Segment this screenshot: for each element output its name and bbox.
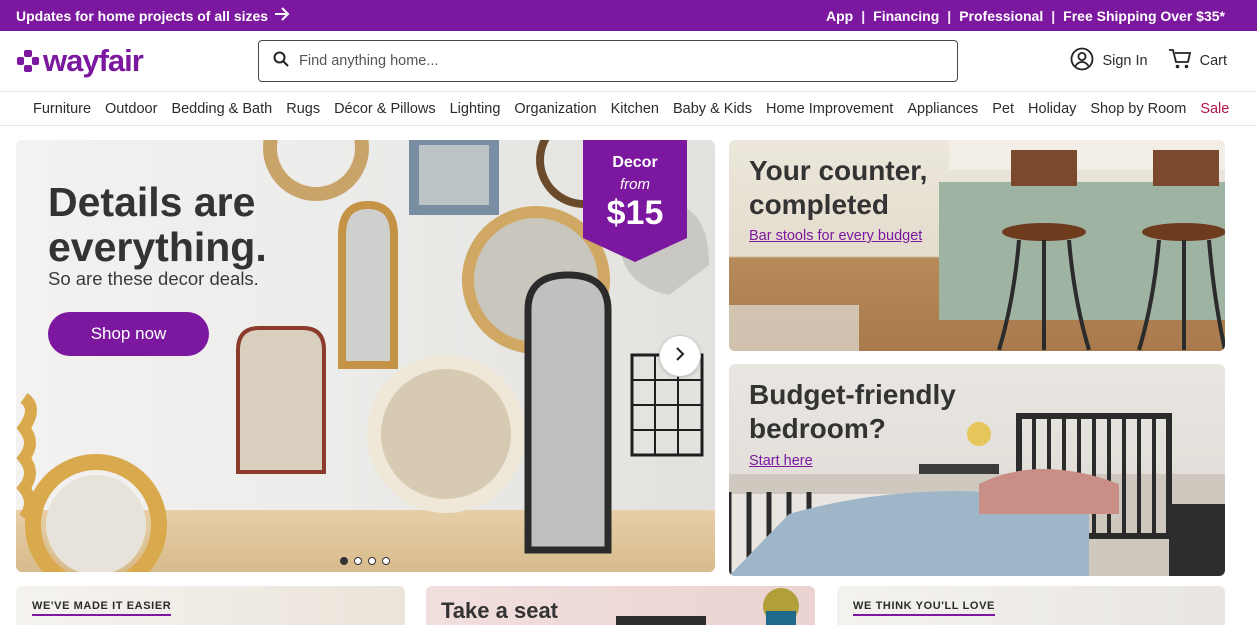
divider: | — [947, 7, 952, 24]
nav-item-rugs[interactable]: Rugs — [286, 101, 320, 117]
card-eyebrow: WE THINK YOU'LL LOVE — [853, 600, 995, 616]
divider: | — [1051, 7, 1056, 24]
nav-item-organization[interactable]: Organization — [514, 101, 596, 117]
card-title: Take a seat — [441, 598, 559, 623]
account-area: Sign In Cart — [1070, 47, 1227, 75]
badge-price: $15 — [606, 194, 664, 232]
promo-bar: Updates for home projects of all sizes A… — [0, 0, 1257, 31]
promo-link-financing[interactable]: Financing — [873, 8, 939, 24]
card-title: Budget-friendly bedroom? — [749, 379, 956, 444]
search-bar[interactable] — [258, 40, 958, 82]
card-eyebrow: WE'VE MADE IT EASIER — [32, 600, 172, 616]
nav-item-decor-pillows[interactable]: Décor & Pillows — [334, 101, 436, 117]
carousel-dot[interactable] — [368, 557, 376, 565]
hero-subtitle: So are these decor deals. — [48, 268, 259, 289]
cart-icon — [1168, 48, 1192, 74]
promo-message[interactable]: Updates for home projects of all sizes — [16, 8, 268, 24]
nav-item-furniture[interactable]: Furniture — [33, 101, 91, 117]
nav-item-holiday[interactable]: Holiday — [1028, 101, 1076, 117]
carousel-next-button[interactable] — [659, 335, 701, 377]
price-badge: Decor from $15 — [583, 140, 687, 262]
badge-label: Decor — [612, 154, 658, 171]
badge-from: from — [620, 176, 650, 193]
wayfair-logo[interactable]: wayfair — [16, 43, 258, 79]
chair-illustration — [616, 588, 799, 625]
main-content: Details are everything. So are these dec… — [0, 126, 1257, 625]
hero-banner[interactable]: Details are everything. So are these dec… — [16, 140, 715, 572]
nav-item-lighting[interactable]: Lighting — [450, 101, 501, 117]
sign-in-label[interactable]: Sign In — [1102, 53, 1147, 69]
promo-card-bedroom[interactable]: Budget-friendly bedroom? Start here — [729, 364, 1225, 576]
nav-item-shop-by-room[interactable]: Shop by Room — [1090, 101, 1186, 117]
hero-title: Details are everything. — [48, 179, 267, 270]
logo-wordmark: wayfair — [43, 43, 144, 78]
nav-item-outdoor[interactable]: Outdoor — [105, 101, 157, 117]
carousel-dot[interactable] — [354, 557, 362, 565]
nav-item-kitchen[interactable]: Kitchen — [611, 101, 659, 117]
promo-link-free-shipping[interactable]: Free Shipping Over $35* — [1063, 8, 1225, 24]
cart-button[interactable]: Cart — [1168, 48, 1227, 74]
arrow-right-icon — [274, 7, 290, 24]
search-icon — [273, 51, 289, 72]
carousel-dot[interactable] — [382, 557, 390, 565]
sign-in-button[interactable]: Sign In — [1070, 47, 1148, 75]
promo-link-professional[interactable]: Professional — [959, 8, 1043, 24]
promo-links: App | Financing | Professional | Free Sh… — [826, 8, 1225, 24]
user-icon — [1070, 47, 1094, 75]
cart-label[interactable]: Cart — [1200, 53, 1227, 69]
category-nav: Furniture Outdoor Bedding & Bath Rugs Dé… — [0, 91, 1257, 126]
promo-card-bar-stools[interactable]: Your counter, completed Bar stools for e… — [729, 140, 1225, 351]
promo-link-app[interactable]: App — [826, 8, 853, 24]
nav-item-bedding-bath[interactable]: Bedding & Bath — [171, 101, 272, 117]
shop-now-button[interactable]: Shop now — [48, 312, 209, 356]
divider: | — [861, 7, 866, 24]
promo-message-link[interactable]: Updates for home projects of all sizes — [16, 7, 290, 24]
nav-item-sale[interactable]: Sale — [1200, 101, 1229, 117]
nav-item-home-improvement[interactable]: Home Improvement — [766, 101, 893, 117]
chevron-right-icon — [674, 346, 686, 367]
card-title: Your counter, completed — [749, 155, 928, 220]
nav-item-baby-kids[interactable]: Baby & Kids — [673, 101, 752, 117]
bottom-card-made-easier[interactable]: WE'VE MADE IT EASIER — [16, 586, 405, 625]
search-input[interactable] — [299, 53, 943, 69]
card-link[interactable]: Bar stools for every budget — [749, 228, 922, 244]
carousel-dot[interactable] — [340, 557, 348, 565]
nav-item-pet[interactable]: Pet — [992, 101, 1014, 117]
carousel-dots — [340, 557, 390, 565]
bottom-card-take-a-seat[interactable]: Take a seat — [426, 586, 815, 625]
nav-item-appliances[interactable]: Appliances — [907, 101, 978, 117]
site-header: wayfair Sign In Cart — [0, 31, 1257, 91]
card-link[interactable]: Start here — [749, 453, 813, 469]
bottom-card-think-youll-love[interactable]: WE THINK YOU'LL LOVE — [837, 586, 1225, 625]
logo-mark-icon — [16, 49, 40, 73]
